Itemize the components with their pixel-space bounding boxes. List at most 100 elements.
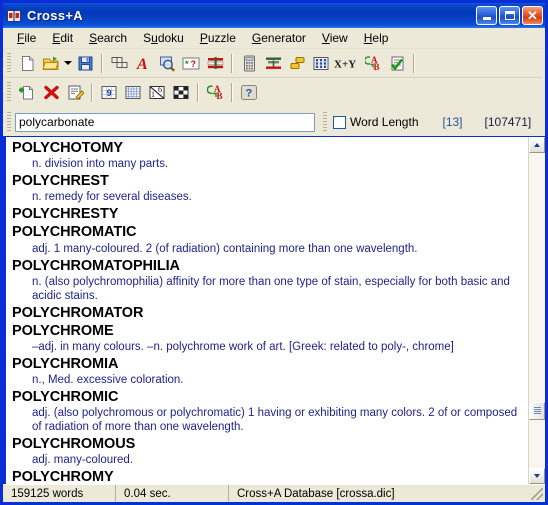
- status-bar: 159125 words 0.04 sec. Cross+A Database …: [3, 484, 545, 502]
- svg-text:?: ?: [246, 87, 253, 99]
- menu-item-edit[interactable]: Edit: [44, 29, 81, 47]
- save-icon[interactable]: [73, 52, 97, 75]
- entry-definition: adj. 1 many-coloured. 2 (of radiation) c…: [12, 242, 522, 256]
- calculator-icon[interactable]: [237, 52, 261, 75]
- xplusy-icon[interactable]: X+Y: [333, 52, 361, 75]
- wildcard-pattern-icon[interactable]: * ?: [179, 52, 203, 75]
- toolbar-separator: [197, 83, 199, 102]
- toolbar-row-2: 9 1 6: [3, 78, 545, 106]
- add-document-icon[interactable]: [15, 81, 39, 104]
- word-length-checkbox[interactable]: [333, 116, 346, 129]
- word-list-icon[interactable]: [203, 52, 227, 75]
- menu-item-search[interactable]: Search: [81, 29, 135, 47]
- nonogram-icon[interactable]: [169, 81, 193, 104]
- edit-note-icon[interactable]: [63, 81, 87, 104]
- svg-text:9: 9: [107, 88, 112, 98]
- open-dropdown-arrow-icon[interactable]: [63, 52, 73, 75]
- search-bar: Word Length [13] [107471]: [3, 108, 545, 136]
- entry-definition: n., Med. excessive coloration.: [12, 373, 522, 387]
- menu-item-view[interactable]: View: [314, 29, 356, 47]
- window-controls: ✕: [476, 6, 543, 25]
- status-elapsed-time: 0.04 sec.: [116, 485, 229, 502]
- vertical-scrollbar[interactable]: [528, 137, 545, 484]
- entry-headword[interactable]: POLYCHROMATOPHILIA: [12, 257, 522, 275]
- new-document-icon[interactable]: [15, 52, 39, 75]
- maximize-button[interactable]: [499, 6, 520, 25]
- svg-text:A: A: [136, 56, 148, 72]
- substitute-ab-icon[interactable]: A B: [361, 52, 385, 75]
- application-window: Cross+A ✕ FileEditSearchSudokuPuzzleGene…: [0, 0, 548, 505]
- svg-text:*: *: [185, 59, 189, 69]
- menu-item-sudoku[interactable]: Sudoku: [135, 29, 192, 47]
- entry-headword[interactable]: POLYCHROMOUS: [12, 435, 522, 453]
- delete-red-cross-icon[interactable]: [39, 81, 63, 104]
- open-folder-icon[interactable]: [39, 52, 63, 75]
- entry-headword[interactable]: POLYCHRESTY: [12, 205, 522, 223]
- menu-item-file[interactable]: File: [9, 29, 44, 47]
- entry-headword[interactable]: POLYCHREST: [12, 172, 522, 190]
- help-question-icon[interactable]: ?: [237, 81, 261, 104]
- svg-text:B: B: [216, 91, 222, 100]
- selected-count: [13]: [443, 115, 463, 129]
- entry-headword[interactable]: POLYCHROMIA: [12, 355, 522, 373]
- title-bar: Cross+A ✕: [3, 3, 545, 28]
- minimize-button[interactable]: [476, 6, 497, 25]
- options-grip[interactable]: [323, 112, 327, 132]
- results-panel: POLYCHOTOMYn. division into many parts.P…: [3, 136, 545, 484]
- cipher-ab-icon[interactable]: A B: [203, 81, 227, 104]
- entry-definition: n. (also polychromophilia) affinity for …: [12, 275, 522, 303]
- toolbar-row-1: A * ?: [3, 49, 545, 77]
- entry-headword[interactable]: POLYCHOTOMY: [12, 139, 522, 157]
- kakuro-icon[interactable]: 1 6: [145, 81, 169, 104]
- entry-definition: n. remedy for several diseases.: [12, 190, 522, 204]
- entry-headword[interactable]: POLYCHROME: [12, 322, 522, 340]
- toolbar-separator: [91, 83, 93, 102]
- search-input[interactable]: [15, 113, 315, 132]
- entry-headword[interactable]: POLYCHROMIC: [12, 388, 522, 406]
- toolbar-separator: [231, 83, 233, 102]
- menu-item-generator[interactable]: Generator: [244, 29, 314, 47]
- entry-definition: n. division into many parts.: [12, 157, 522, 171]
- link-words-icon[interactable]: [285, 52, 309, 75]
- toolbars: A * ?: [3, 49, 545, 108]
- entry-definition: adj. many-coloured.: [12, 453, 522, 467]
- search-bar-grip[interactable]: [7, 112, 11, 132]
- entry-headword[interactable]: POLYCHROMY: [12, 468, 522, 484]
- entry-definition: adj. (also polychromous or polychromatic…: [12, 406, 522, 434]
- number-grid-icon[interactable]: [309, 52, 333, 75]
- menu-item-puzzle[interactable]: Puzzle: [192, 29, 244, 47]
- scrollbar-track[interactable]: [529, 153, 545, 468]
- search-magnifier-icon[interactable]: [155, 52, 179, 75]
- status-database: Cross+A Database [crossa.dic]: [229, 485, 531, 502]
- svg-text:B: B: [373, 62, 379, 71]
- crossword-grid-icon[interactable]: [107, 52, 131, 75]
- menu-bar: FileEditSearchSudokuPuzzleGeneratorViewH…: [3, 28, 545, 49]
- toolbar-separator: [231, 54, 233, 73]
- check-list-icon[interactable]: [385, 52, 409, 75]
- entry-headword[interactable]: POLYCHROMATIC: [12, 223, 522, 241]
- resize-grip-icon[interactable]: [531, 488, 543, 500]
- scroll-up-arrow-icon[interactable]: [529, 137, 545, 153]
- window-title: Cross+A: [27, 8, 476, 23]
- toolbar-grip[interactable]: [7, 53, 11, 73]
- dictionary-results-list[interactable]: POLYCHOTOMYn. division into many parts.P…: [6, 137, 528, 484]
- close-button[interactable]: ✕: [522, 6, 543, 25]
- anagram-a-icon[interactable]: A: [131, 52, 155, 75]
- toolbar-separator: [413, 54, 415, 73]
- toolbar-separator: [101, 54, 103, 73]
- entry-headword[interactable]: POLYCHROMATOR: [12, 304, 522, 322]
- scrollbar-thumb[interactable]: [529, 402, 545, 420]
- scroll-down-arrow-icon[interactable]: [529, 468, 545, 484]
- svg-text:?: ?: [191, 59, 197, 69]
- svg-text:1: 1: [151, 90, 155, 99]
- svg-text:X+Y: X+Y: [334, 58, 356, 70]
- grid-blue-icon[interactable]: [121, 81, 145, 104]
- toolbar-grip[interactable]: [7, 82, 11, 102]
- menu-item-help[interactable]: Help: [356, 29, 397, 47]
- svg-text:6: 6: [158, 85, 162, 94]
- entry-definition: –adj. in many colours. –n. polychrome wo…: [12, 340, 522, 354]
- word-length-checkbox-group[interactable]: Word Length: [333, 115, 419, 129]
- sudoku-9-icon[interactable]: 9: [97, 81, 121, 104]
- sort-list-icon[interactable]: [261, 52, 285, 75]
- book-icon: [6, 8, 22, 24]
